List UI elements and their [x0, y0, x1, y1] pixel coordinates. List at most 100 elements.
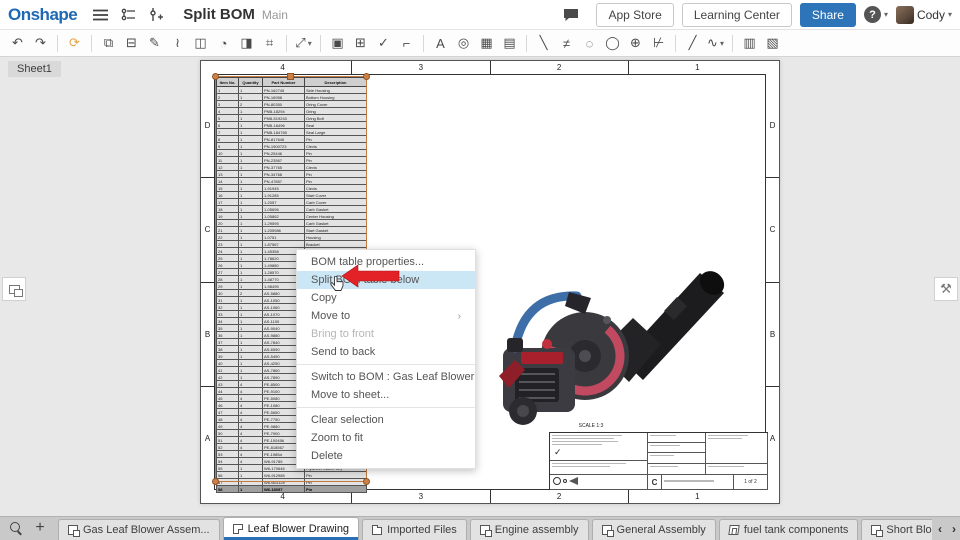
bom-header: Part Number: [262, 77, 305, 87]
table-row[interactable]: 20 1 1-29595 Carb Gasket: [216, 219, 367, 227]
bom-cell: 56: [216, 471, 239, 479]
hamburger-icon[interactable]: [89, 4, 111, 26]
point-icon[interactable]: ⊕: [624, 32, 647, 54]
bom-cell: 46: [216, 401, 239, 409]
drawing-sheet[interactable]: 4321 4321 DCBA DCBA Item No. Quantity Part…: [200, 60, 780, 504]
table-row[interactable]: 13 1 PN-34768 Pin: [216, 170, 367, 178]
centermark-icon[interactable]: ◌: [578, 32, 601, 54]
tab-gas-leaf-blower-assem[interactable]: Gas Leaf Blower Assem...: [58, 519, 220, 540]
sheets-panel-button[interactable]: [2, 277, 26, 301]
centerline-icon[interactable]: ≠: [555, 32, 578, 54]
follow-mode-icon[interactable]: [145, 4, 167, 26]
bom-cell: 1: [238, 226, 263, 234]
line-icon[interactable]: ╱: [681, 32, 704, 54]
show-hidden-edges-icon[interactable]: ✎: [143, 32, 166, 54]
sheet-tab[interactable]: Sheet1: [8, 61, 61, 77]
update-icon[interactable]: ⟳: [63, 32, 86, 54]
learning-center-button[interactable]: Learning Center: [681, 2, 792, 27]
table-row[interactable]: 6 1 PNB-18496 Seal: [216, 121, 367, 129]
tab-short-block-assembly[interactable]: Short Block Assembly: [861, 519, 932, 540]
hole-table-icon[interactable]: ⊞: [349, 32, 372, 54]
menu-item-send-to-back[interactable]: Send to back: [297, 343, 475, 361]
bom-cell: 49: [216, 422, 239, 430]
menu-item-delete[interactable]: Delete: [297, 447, 475, 465]
table-row[interactable]: 12 1 PN-37765 Clevis: [216, 163, 367, 171]
auxiliary-view-icon[interactable]: ◔: [212, 32, 235, 54]
menu-item-move-to-sheet[interactable]: Move to sheet...: [297, 386, 475, 404]
circle-tool-icon[interactable]: ◯: [601, 32, 624, 54]
table-row[interactable]: 3 2 PN-80350 Oring Cover: [216, 100, 367, 108]
table-row[interactable]: 9 1 PN-1900723 Clevis: [216, 142, 367, 150]
tab-general-assembly[interactable]: General Assembly: [591, 519, 716, 540]
callout-icon[interactable]: ╲: [532, 32, 555, 54]
view-properties-icon[interactable]: ⊟: [120, 32, 143, 54]
table-row[interactable]: 10 1 PN-25446 Pin: [216, 149, 367, 157]
table-row[interactable]: 14 1 PN-47857 Pin: [216, 177, 367, 185]
comment-icon[interactable]: [560, 4, 582, 26]
table-row[interactable]: 56 1 W6-912985 Pin: [216, 471, 367, 479]
insert-view-icon[interactable]: ⧉: [97, 32, 120, 54]
crop-view-icon[interactable]: ⌗: [258, 32, 281, 54]
table-row[interactable]: 5 1 PNB-519243 Oring Bolt: [216, 114, 367, 122]
insert-image-icon[interactable]: ▧: [761, 32, 784, 54]
table-row[interactable]: 18 1 1-05696 Carb Gasket: [216, 205, 367, 213]
table-row[interactable]: 4 1 PNB-18294 Oring: [216, 107, 367, 115]
table-row[interactable]: 57 1 W6-663128 Pin: [216, 478, 367, 486]
table-row[interactable]: 21 1 1-205986 Start Gasket: [216, 226, 367, 234]
leaf-blower-view[interactable]: [481, 256, 781, 436]
detail-circle-icon[interactable]: ◎: [452, 32, 475, 54]
bom-table-icon[interactable]: ▤: [498, 32, 521, 54]
table-row[interactable]: 1 1 PN-162745 Side Housing: [216, 86, 367, 94]
table-row[interactable]: 22 1 1-0751 Housing: [216, 233, 367, 241]
broken-view-icon[interactable]: ≀: [166, 32, 189, 54]
table-row[interactable]: 23 1 1-87567 Bracket: [216, 240, 367, 248]
tangent-line-icon[interactable]: ⊬: [647, 32, 670, 54]
dimension-icon[interactable]: ⤢ ▾: [292, 32, 315, 54]
menu-item-switch-to-bom-gas-leaf-blower-asse[interactable]: Switch to BOM : Gas Leaf Blower Asse...: [297, 368, 475, 386]
versions-icon[interactable]: [117, 4, 139, 26]
undo-icon[interactable]: ↶: [6, 32, 29, 54]
table-row[interactable]: 8 1 PN-817646 Pin: [216, 135, 367, 143]
tab-leaf-blower-drawing[interactable]: Leaf Blower Drawing: [222, 517, 360, 540]
menu-item-zoom-to-fit[interactable]: Zoom to fit: [297, 429, 475, 447]
spline-icon[interactable]: ∿ ▾: [704, 32, 727, 54]
scroll-tabs-right-icon[interactable]: ›: [952, 522, 956, 536]
table-icon[interactable]: ▦: [475, 32, 498, 54]
table-row[interactable]: 19 1 1-05862 Center Housing: [216, 212, 367, 220]
search-tabs-button[interactable]: [4, 517, 28, 539]
share-button[interactable]: Share: [799, 2, 856, 27]
crosshatch-icon[interactable]: ◨: [235, 32, 258, 54]
help-menu[interactable]: ? ▾: [863, 6, 888, 23]
table-row[interactable]: 58 1 W6-18057 Pin: [216, 485, 367, 493]
table-row[interactable]: 11 1 PN-23567 Pin: [216, 156, 367, 164]
redo-icon[interactable]: ↷: [29, 32, 52, 54]
text-icon[interactable]: A: [429, 32, 452, 54]
chevron-down-icon: ▾: [307, 38, 312, 48]
tab-imported-files[interactable]: Imported Files: [362, 519, 467, 540]
bom-cell: 1: [238, 156, 263, 164]
add-tab-button[interactable]: +: [28, 517, 52, 539]
workspace-name[interactable]: Main: [262, 8, 288, 22]
section-view-icon[interactable]: ◫: [189, 32, 212, 54]
table-row[interactable]: 2 1 PN-16958 Bottom Housing: [216, 93, 367, 101]
drawing-canvas[interactable]: Sheet1 ⚒ 4321 4321 DCBA DCBA Item No. Qua…: [0, 57, 960, 516]
finish-mark-icon[interactable]: ✓: [372, 32, 395, 54]
table-row[interactable]: 15 1 1-91945 Clevis: [216, 184, 367, 192]
table-row[interactable]: 16 1 1-91285 Start Cover: [216, 191, 367, 199]
app-store-button[interactable]: App Store: [596, 2, 674, 27]
configuration-button[interactable]: ⚒: [934, 277, 958, 301]
export-dxf-icon[interactable]: ▥: [738, 32, 761, 54]
tab-label: Leaf Blower Drawing: [247, 523, 350, 535]
user-menu[interactable]: Cody ▾: [895, 5, 952, 24]
table-row[interactable]: 7 1 PNB-184765 Seal Large: [216, 128, 367, 136]
note-icon[interactable]: ▣: [326, 32, 349, 54]
folder-icon: [372, 524, 383, 535]
tab-fuel-tank-components[interactable]: fuel tank components: [718, 519, 859, 540]
tab-engine-assembly[interactable]: Engine assembly: [469, 519, 589, 540]
menu-item-clear-selection[interactable]: Clear selection: [297, 411, 475, 429]
scroll-tabs-left-icon[interactable]: ‹: [938, 522, 942, 536]
weld-symbol-icon[interactable]: ⌐: [395, 32, 418, 54]
menu-item-move-to[interactable]: Move to ›: [297, 307, 475, 325]
bom-cell: 1-05696: [262, 205, 305, 213]
table-row[interactable]: 17 1 1-2057 Carb Cover: [216, 198, 367, 206]
